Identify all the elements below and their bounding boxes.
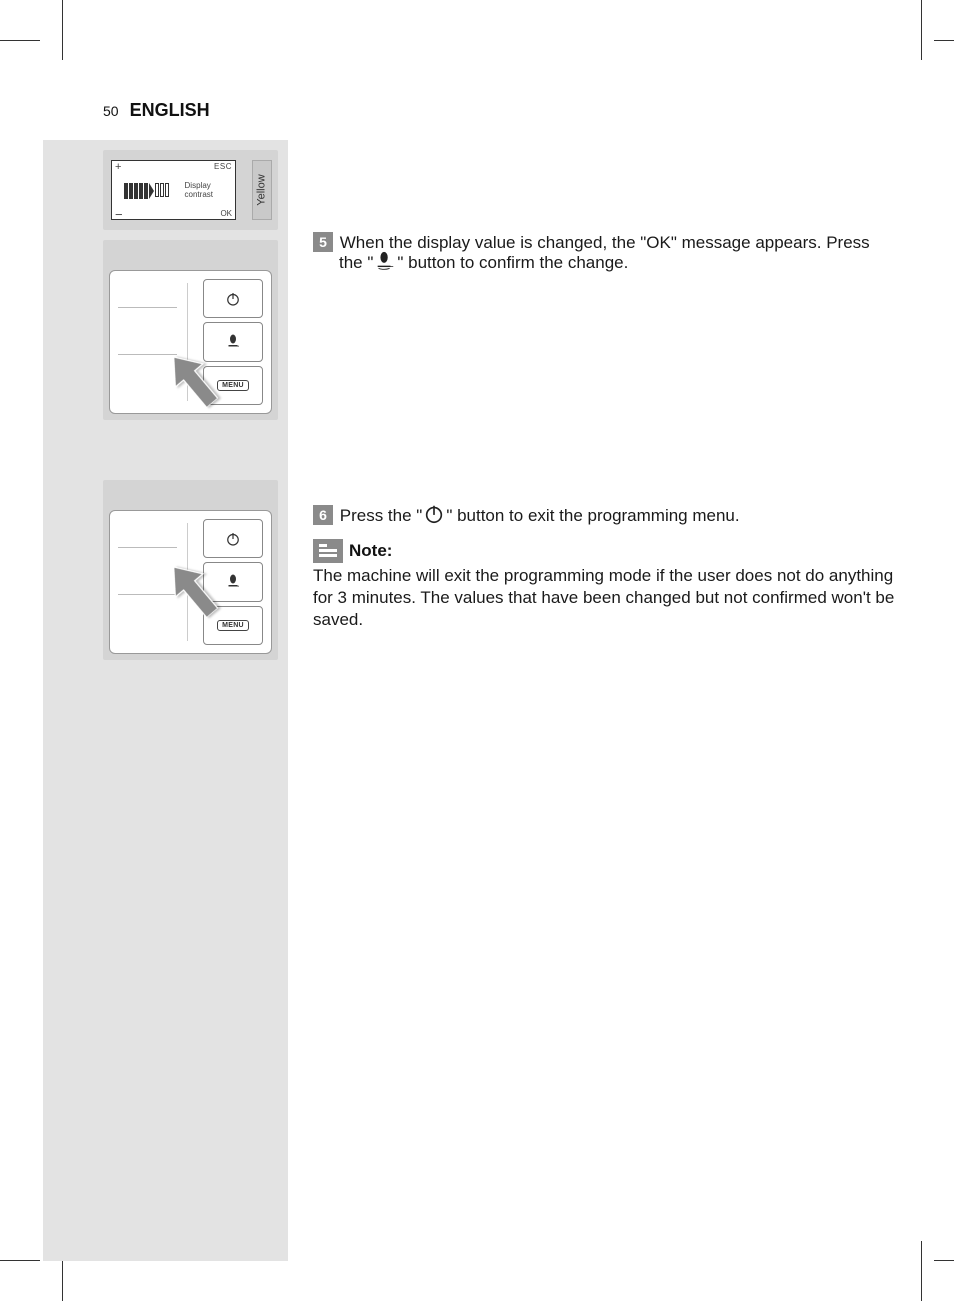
crop-mark <box>0 1260 40 1261</box>
contrast-bars <box>124 183 169 199</box>
crop-mark <box>934 1260 954 1261</box>
step-number: 5 <box>313 232 333 252</box>
figure-press-coffee-button: MENU <box>103 240 278 420</box>
note-block: Note: The machine will exit the programm… <box>313 539 904 631</box>
note-icon <box>313 539 343 563</box>
esc-label: ESC <box>214 162 232 171</box>
step-text: When the display value is changed, the "… <box>340 233 870 252</box>
figure-press-power-button: MENU <box>103 480 278 660</box>
step-5: 5 When the display value is changed, the… <box>313 232 904 275</box>
page-language: ENGLISH <box>130 100 210 120</box>
note-heading: Note: <box>313 539 904 563</box>
coffee-cup-icon <box>373 251 397 273</box>
power-button <box>203 519 263 558</box>
crop-mark <box>0 40 40 41</box>
crop-mark <box>934 40 954 41</box>
page: 50 ENGLISH + − ESC OK Display contrast <box>43 40 924 1261</box>
note-label: Note: <box>349 540 392 562</box>
page-number: 50 <box>103 103 119 119</box>
ok-label: OK <box>220 209 232 218</box>
step-text: Press the " <box>340 506 423 525</box>
plus-icon: + <box>115 161 121 173</box>
display-setting-label: Display contrast <box>185 181 213 199</box>
lcd-display: + − ESC OK Display contrast <box>111 160 236 220</box>
power-button <box>203 279 263 318</box>
page-header: 50 ENGLISH <box>103 100 210 121</box>
power-icon <box>422 503 446 525</box>
figure-display-contrast: + − ESC OK Display contrast Yellow <box>103 150 278 230</box>
step-text-line2: the "" button to confirm the change. <box>313 252 904 275</box>
note-body: The machine will exit the programming mo… <box>313 565 904 631</box>
figure-sidebar: + − ESC OK Display contrast Yellow <box>43 140 288 1261</box>
yellow-tab: Yellow <box>252 160 272 220</box>
step-number: 6 <box>313 505 333 525</box>
minus-icon: − <box>115 211 123 219</box>
step-6: 6 Press the "" button to exit the progra… <box>313 505 904 632</box>
content-area: 5 When the display value is changed, the… <box>313 140 904 651</box>
